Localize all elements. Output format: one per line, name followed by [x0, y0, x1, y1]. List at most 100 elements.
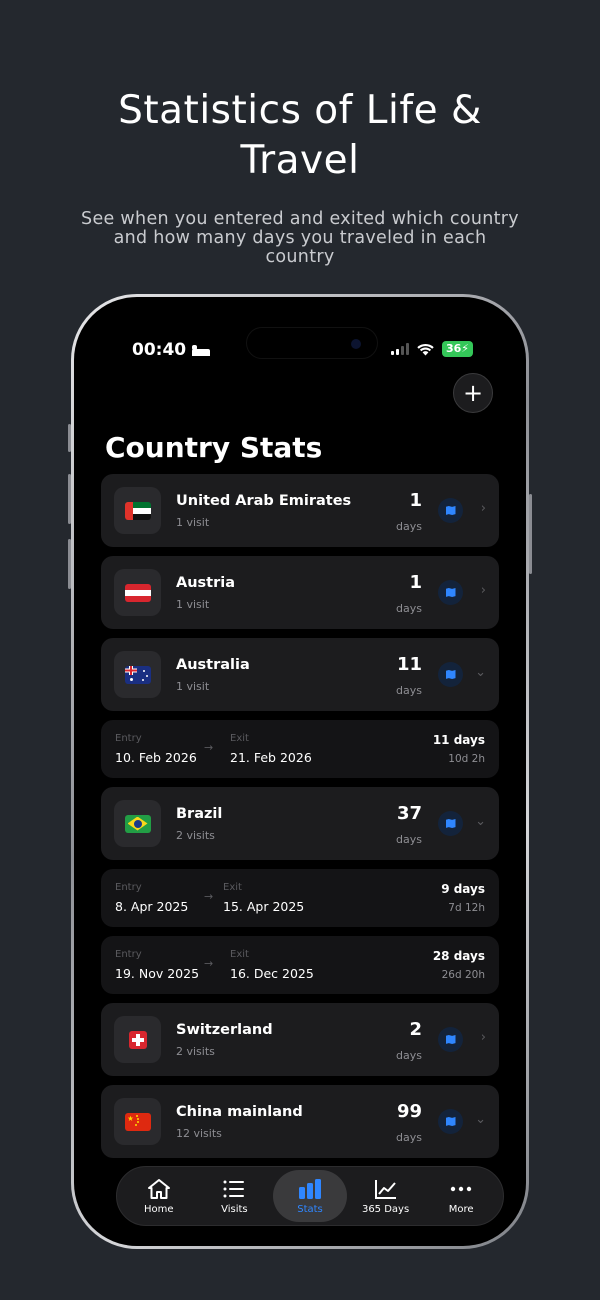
map-button[interactable] [438, 662, 463, 687]
mute-switch [68, 424, 71, 452]
flag-container [114, 800, 161, 847]
ellipsis-icon [450, 1186, 472, 1191]
days-count: 2 [409, 1019, 422, 1040]
visit-count: 2 visits [176, 1045, 215, 1058]
country-row-australia[interactable]: Australia 1 visit 11 days ⌄ [101, 638, 499, 711]
sleep-focus-icon [192, 344, 211, 356]
bar-chart-icon [298, 1178, 321, 1199]
tab-365-days[interactable]: 365 Days [349, 1170, 423, 1222]
cellular-signal-icon [390, 343, 409, 355]
brazil-flag-icon [124, 814, 151, 833]
days-label: days [396, 1049, 422, 1062]
tab-more[interactable]: More [424, 1170, 498, 1222]
map-button[interactable] [438, 498, 463, 523]
status-indicators: 36⚡ [390, 341, 473, 357]
chevron-down-icon: ⌄ [475, 814, 486, 829]
camera-dot [351, 339, 361, 349]
arrow-right-icon: → [204, 957, 214, 970]
visit-period-row[interactable]: Entry 8. Apr 2025 → Exit 15. Apr 2025 9 … [101, 869, 499, 927]
tab-label: 365 Days [361, 1203, 410, 1215]
switzerland-flag-icon [128, 1030, 147, 1049]
china-flag-icon [124, 1112, 151, 1131]
austria-flag-icon [124, 583, 151, 602]
dynamic-island [246, 327, 378, 359]
days-label: days [396, 520, 422, 533]
entry-label: Entry [115, 949, 142, 960]
entry-date: 10. Feb 2026 [115, 750, 197, 765]
chevron-right-icon: › [480, 1030, 486, 1045]
period-duration: 26d 20h [441, 969, 485, 981]
hero-title-line2: Travel [240, 138, 360, 183]
tab-label: Stats [297, 1203, 323, 1215]
days-count: 99 [396, 1101, 422, 1122]
days-count: 1 [409, 490, 422, 511]
page-title: Country Stats [105, 431, 323, 464]
map-button[interactable] [438, 811, 463, 836]
entry-label: Entry [115, 733, 142, 744]
tab-visits[interactable]: Visits [197, 1170, 271, 1222]
power-button [529, 494, 532, 574]
days-label: days [396, 833, 422, 846]
country-row-switzerland[interactable]: Switzerland 2 visits 2 days › [101, 1003, 499, 1076]
map-button[interactable] [438, 580, 463, 605]
house-icon [147, 1178, 170, 1199]
wifi-icon [417, 343, 434, 355]
days-count: 11 [396, 654, 422, 675]
country-row-austria[interactable]: Austria 1 visit 1 days › [101, 556, 499, 629]
tab-label: Home [144, 1203, 174, 1215]
volume-down-button [68, 539, 71, 589]
chevron-down-icon: ⌄ [475, 1112, 486, 1127]
days-label: days [396, 1131, 422, 1144]
visit-period-row[interactable]: Entry 19. Nov 2025 → Exit 16. Dec 2025 2… [101, 936, 499, 994]
map-button[interactable] [438, 1027, 463, 1052]
period-total-days: 28 days [432, 949, 485, 963]
map-icon [445, 506, 456, 515]
exit-date: 21. Feb 2026 [230, 750, 312, 765]
exit-date: 16. Dec 2025 [230, 966, 314, 981]
flag-container [114, 1098, 161, 1145]
entry-label: Entry [115, 882, 142, 893]
country-name: Austria [176, 575, 236, 591]
period-duration: 7d 12h [448, 902, 485, 914]
exit-date: 15. Apr 2025 [223, 899, 305, 914]
visit-count: 1 visit [176, 598, 210, 611]
map-button[interactable] [438, 1109, 463, 1134]
battery-indicator: 36⚡ [441, 341, 473, 357]
flag-container [114, 651, 161, 698]
days-count: 1 [409, 572, 422, 593]
chevron-right-icon: › [480, 501, 486, 516]
visit-period-row[interactable]: Entry 10. Feb 2026 → Exit 21. Feb 2026 1… [101, 720, 499, 778]
tab-stats[interactable]: Stats [272, 1170, 347, 1222]
country-name: Brazil [176, 806, 223, 822]
country-row-uae[interactable]: United Arab Emirates 1 visit 1 days › [101, 474, 499, 547]
australia-flag-icon [124, 665, 151, 684]
tab-bar: Home Visits Stats 365 Days More [116, 1166, 504, 1226]
visit-count: 1 visit [176, 516, 210, 529]
visit-count: 12 visits [176, 1127, 222, 1140]
exit-label: Exit [230, 949, 249, 960]
tab-label: More [448, 1203, 474, 1215]
hero-subtitle: See when you entered and exited which co… [81, 209, 519, 267]
country-row-china[interactable]: China mainland 12 visits 99 days ⌄ [101, 1085, 499, 1158]
exit-label: Exit [230, 733, 249, 744]
period-duration: 10d 2h [448, 753, 485, 765]
uae-flag-icon [124, 501, 151, 520]
flag-container [114, 487, 161, 534]
clock: 00:40 [132, 340, 187, 360]
country-name: United Arab Emirates [176, 493, 352, 509]
phone-frame: 00:40 36⚡ + Country Stats United Arab Em… [68, 294, 532, 1249]
add-button[interactable]: + [453, 373, 493, 413]
battery-level: 36 [445, 342, 462, 355]
flag-container [114, 1016, 161, 1063]
hero-title: Statistics of Life & Travel [0, 86, 600, 186]
days-count: 37 [396, 803, 422, 824]
country-row-brazil[interactable]: Brazil 2 visits 37 days ⌄ [101, 787, 499, 860]
app-screen: 00:40 36⚡ + Country Stats United Arab Em… [83, 306, 517, 1237]
days-label: days [396, 684, 422, 697]
hero-title-line1: Statistics of Life & [118, 88, 482, 133]
list-icon [223, 1180, 245, 1197]
visit-count: 1 visit [176, 680, 210, 693]
map-icon [445, 670, 456, 679]
tab-home[interactable]: Home [122, 1170, 196, 1222]
arrow-right-icon: → [204, 741, 214, 754]
